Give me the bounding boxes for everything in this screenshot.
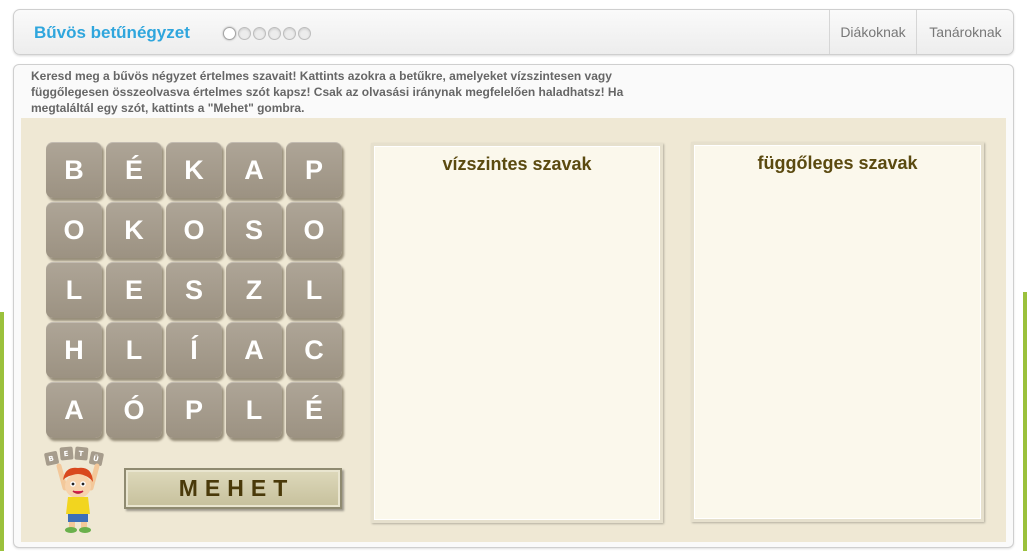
- progress-dot: [253, 27, 266, 40]
- letter-tile[interactable]: Ó: [106, 382, 162, 438]
- letter-grid: BÉKAPOKOSOLESZLHLÍACAÓPLÉ: [46, 142, 342, 438]
- letter-tile[interactable]: É: [106, 142, 162, 198]
- main-panel: Keresd meg a bűvös négyzet értelmes szav…: [13, 64, 1014, 548]
- letter-tile[interactable]: K: [106, 202, 162, 258]
- svg-text:E: E: [63, 450, 69, 458]
- progress-indicator: [223, 27, 311, 40]
- letter-tile[interactable]: H: [46, 322, 102, 378]
- letter-tile[interactable]: P: [166, 382, 222, 438]
- letter-tile[interactable]: Z: [226, 262, 282, 318]
- vertical-words-box: függőleges szavak: [691, 142, 984, 522]
- letter-tile[interactable]: O: [286, 202, 342, 258]
- header-bar: Bűvös betűnégyzet Diákoknak Tanároknak: [13, 9, 1014, 55]
- letter-tile[interactable]: O: [166, 202, 222, 258]
- letter-tile[interactable]: É: [286, 382, 342, 438]
- svg-text:T: T: [78, 450, 84, 458]
- letter-tile[interactable]: S: [166, 262, 222, 318]
- progress-dot: [268, 27, 281, 40]
- letter-tile[interactable]: L: [46, 262, 102, 318]
- progress-dot: [283, 27, 296, 40]
- nav-teachers-link[interactable]: Tanároknak: [916, 10, 1014, 54]
- progress-dot: [238, 27, 251, 40]
- letter-tile[interactable]: A: [226, 142, 282, 198]
- letter-tile[interactable]: C: [286, 322, 342, 378]
- nav-students-link[interactable]: Diákoknak: [829, 10, 916, 54]
- letter-tile[interactable]: Í: [166, 322, 222, 378]
- letter-tile[interactable]: L: [106, 322, 162, 378]
- letter-tile[interactable]: A: [46, 382, 102, 438]
- submit-button[interactable]: MEHET: [124, 468, 342, 509]
- letter-tile[interactable]: K: [166, 142, 222, 198]
- instructions-text: Keresd meg a bűvös négyzet értelmes szav…: [31, 69, 624, 115]
- letter-tile[interactable]: S: [226, 202, 282, 258]
- mascot-icon: B E T Ü: [44, 446, 104, 533]
- decorative-strip-left: [0, 312, 4, 551]
- letter-tile[interactable]: B: [46, 142, 102, 198]
- horizontal-words-title: vízszintes szavak: [442, 154, 592, 174]
- letter-tile[interactable]: O: [46, 202, 102, 258]
- vertical-words-title: függőleges szavak: [757, 153, 918, 173]
- game-board: BÉKAPOKOSOLESZLHLÍACAÓPLÉ vízszintes sza…: [21, 118, 1006, 542]
- letter-tile[interactable]: P: [286, 142, 342, 198]
- letter-tile[interactable]: L: [286, 262, 342, 318]
- letter-tile[interactable]: L: [226, 382, 282, 438]
- letter-tile[interactable]: E: [106, 262, 162, 318]
- app-title: Bűvös betűnégyzet: [34, 23, 190, 42]
- progress-dot: [223, 27, 236, 40]
- decorative-strip-right: [1023, 292, 1027, 551]
- horizontal-words-box: vízszintes szavak: [371, 143, 663, 523]
- letter-tile[interactable]: A: [226, 322, 282, 378]
- progress-dot: [298, 27, 311, 40]
